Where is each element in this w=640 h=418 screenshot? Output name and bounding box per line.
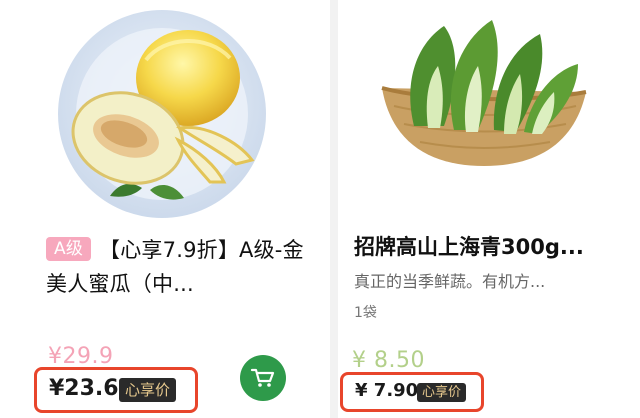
product-unit: 1袋 bbox=[354, 305, 377, 321]
member-price: ¥ 7.90 bbox=[355, 380, 419, 401]
original-price: ¥29.9 bbox=[48, 344, 114, 369]
cantaloupe-plate-icon bbox=[58, 10, 266, 218]
member-price-box: ¥ 7.90 心享价 bbox=[340, 372, 484, 412]
product-card-melon[interactable]: A级 【心享7.9折】A级-金美人蜜瓜（中... ¥29.9 ¥23.6 心享价 bbox=[0, 0, 330, 418]
product-title[interactable]: A级 【心享7.9折】A级-金美人蜜瓜（中... bbox=[46, 233, 308, 301]
grade-badge: A级 bbox=[46, 237, 92, 261]
member-price-tag: 心享价 bbox=[417, 383, 467, 402]
member-price-tag: 心享价 bbox=[119, 378, 177, 402]
product-title[interactable]: 招牌高山上海青300g... bbox=[354, 230, 624, 264]
member-price: ¥23.6 bbox=[49, 376, 119, 401]
original-price: ¥ 8.50 bbox=[352, 348, 425, 373]
cart-icon bbox=[250, 368, 275, 387]
product-description: 真正的当季鲜蔬。有机方... bbox=[354, 272, 546, 291]
member-price-box: ¥23.6 心享价 bbox=[34, 367, 198, 413]
bok-choy-basket-icon bbox=[381, 20, 587, 166]
add-to-cart-button[interactable] bbox=[240, 355, 286, 401]
